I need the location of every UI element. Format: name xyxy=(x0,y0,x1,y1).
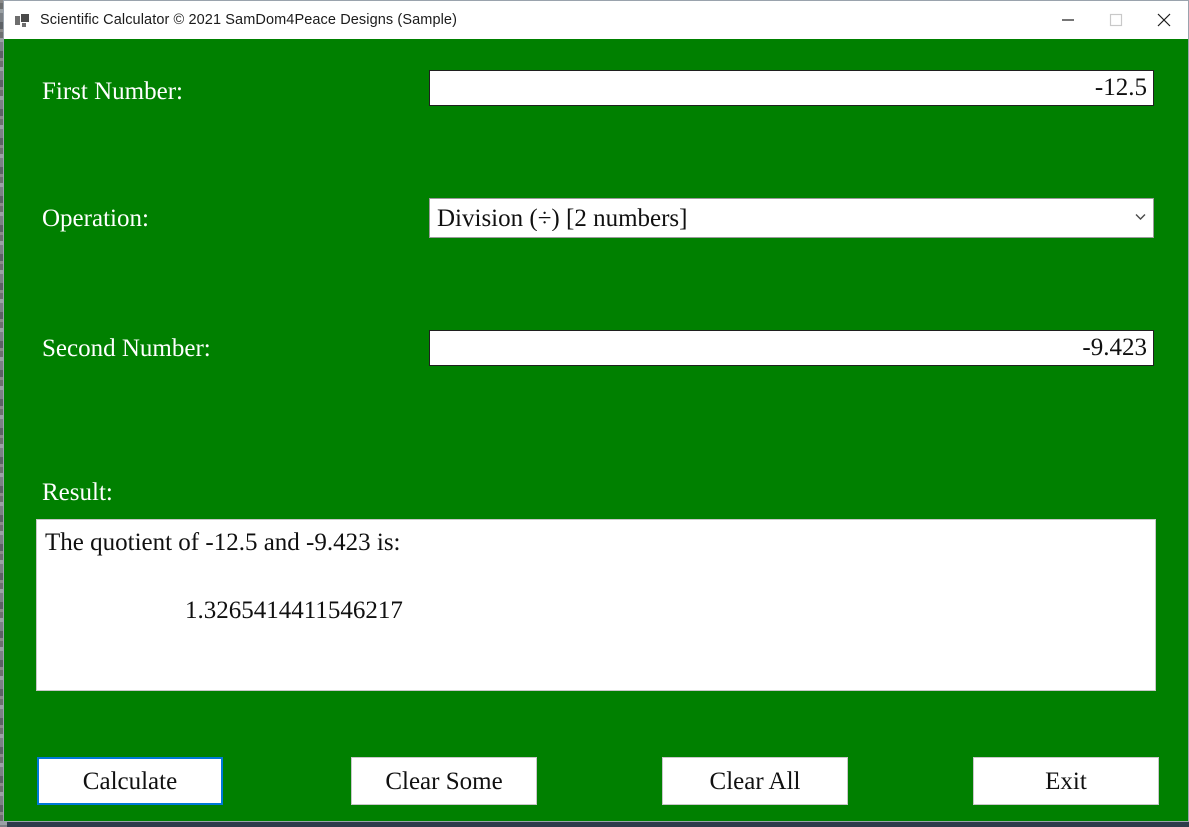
clear-all-button[interactable]: Clear All xyxy=(662,757,848,805)
first-number-label: First Number: xyxy=(42,78,183,105)
result-expression-text: The quotient of -12.5 and -9.423 is: xyxy=(45,529,401,556)
result-value-text: 1.3265414411546217 xyxy=(185,597,403,624)
minimize-button[interactable] xyxy=(1044,1,1092,39)
application-window: Scientific Calculator © 2021 SamDom4Peac… xyxy=(3,0,1189,822)
exit-button[interactable]: Exit xyxy=(973,757,1159,805)
second-number-input[interactable] xyxy=(429,330,1154,366)
close-icon xyxy=(1157,13,1171,27)
first-number-input[interactable] xyxy=(429,70,1154,106)
close-button[interactable] xyxy=(1140,1,1188,39)
maximize-icon xyxy=(1109,13,1123,27)
maximize-button[interactable] xyxy=(1092,1,1140,39)
window-title: Scientific Calculator © 2021 SamDom4Peac… xyxy=(40,12,458,28)
operation-label: Operation: xyxy=(42,205,149,232)
calculate-button[interactable]: Calculate xyxy=(37,757,223,805)
window-controls xyxy=(1044,1,1188,39)
result-output-box[interactable]: The quotient of -12.5 and -9.423 is: 1.3… xyxy=(36,519,1156,691)
operation-select[interactable]: Division (÷) [2 numbers] xyxy=(429,198,1154,238)
calculator-form: First Number: Operation: Division (÷) [2… xyxy=(4,39,1188,821)
minimize-icon xyxy=(1062,19,1074,21)
second-number-label: Second Number: xyxy=(42,335,211,362)
app-window-icon xyxy=(14,12,31,28)
operation-selected-value: Division (÷) [2 numbers] xyxy=(437,205,688,231)
clear-some-button[interactable]: Clear Some xyxy=(351,757,537,805)
result-label: Result: xyxy=(42,479,113,506)
chevron-down-icon[interactable] xyxy=(1127,213,1153,223)
title-bar[interactable]: Scientific Calculator © 2021 SamDom4Peac… xyxy=(4,1,1188,39)
